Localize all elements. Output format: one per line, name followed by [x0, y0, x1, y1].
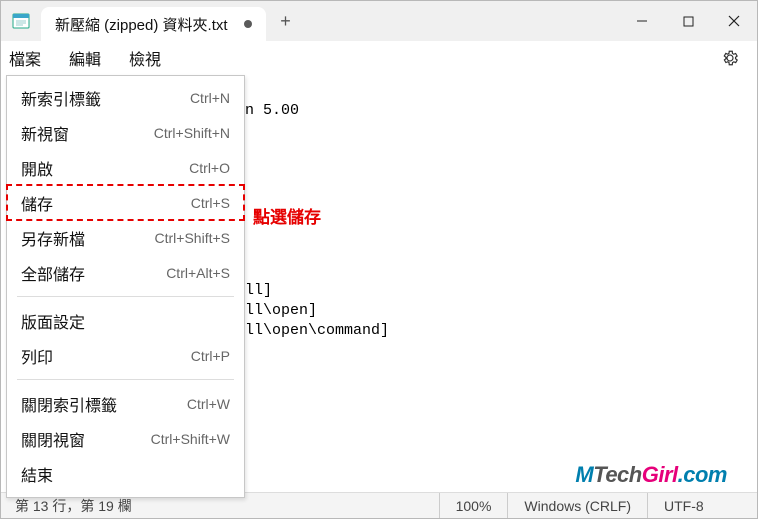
file-menu-dropdown: 新索引標籤 Ctrl+N 新視窗 Ctrl+Shift+N 開啟 Ctrl+O … — [6, 75, 245, 498]
status-zoom[interactable]: 100% — [439, 493, 508, 518]
menu-exit[interactable]: 結束 — [7, 456, 244, 491]
menu-item-label: 版面設定 — [21, 309, 230, 333]
menu-save-as[interactable]: 另存新檔 Ctrl+Shift+S — [7, 220, 244, 255]
notepad-icon — [12, 12, 30, 30]
document-tab[interactable]: 新壓縮 (zipped) 資料夾.txt — [41, 7, 266, 41]
watermark-part: Tech — [593, 462, 642, 487]
watermark-part: Girl — [642, 462, 678, 487]
menu-separator — [17, 296, 234, 297]
status-encoding: UTF-8 — [647, 493, 757, 518]
menu-item-shortcut: Ctrl+N — [190, 90, 230, 106]
menu-item-label: 開啟 — [21, 156, 189, 180]
editor-line: n 5.00 — [245, 102, 299, 119]
menu-item-label: 新索引標籤 — [21, 86, 190, 110]
menu-new-tab[interactable]: 新索引標籤 Ctrl+N — [7, 80, 244, 115]
close-icon — [728, 15, 740, 27]
callout-annotation: 點選儲存 — [253, 203, 321, 228]
menu-item-shortcut: Ctrl+Shift+S — [155, 230, 230, 246]
menu-item-shortcut: Ctrl+Alt+S — [166, 265, 230, 281]
app-icon — [1, 1, 41, 41]
watermark-logo: MTechGirl.com — [575, 462, 727, 488]
minimize-button[interactable] — [619, 1, 665, 41]
menu-print[interactable]: 列印 Ctrl+P — [7, 338, 244, 373]
menu-item-label: 新視窗 — [21, 121, 154, 145]
unsaved-indicator-icon — [244, 20, 252, 28]
menu-separator — [17, 379, 234, 380]
menu-save[interactable]: 儲存 Ctrl+S — [7, 185, 244, 220]
tab-title: 新壓縮 (zipped) 資料夾.txt — [55, 14, 228, 35]
menu-close-tab[interactable]: 關閉索引標籤 Ctrl+W — [7, 386, 244, 421]
window-controls — [619, 1, 757, 41]
menu-item-label: 另存新檔 — [21, 226, 155, 250]
watermark-part: M — [575, 462, 593, 487]
menu-page-setup[interactable]: 版面設定 — [7, 303, 244, 338]
menu-item-shortcut: Ctrl+P — [191, 348, 230, 364]
menu-item-shortcut: Ctrl+S — [191, 195, 230, 211]
settings-button[interactable] — [721, 49, 739, 67]
titlebar: 新壓縮 (zipped) 資料夾.txt + — [1, 1, 757, 41]
app-window: 新壓縮 (zipped) 資料夾.txt + 檔案 編輯 檢視 — [0, 0, 758, 519]
menu-item-label: 儲存 — [21, 191, 191, 215]
gear-icon — [721, 49, 739, 67]
minimize-icon — [636, 15, 648, 27]
menu-file[interactable]: 檔案 — [9, 46, 41, 70]
menu-view[interactable]: 檢視 — [129, 46, 161, 70]
editor-line: ll\open] — [245, 302, 317, 319]
watermark-part: .com — [678, 462, 727, 487]
menu-item-label: 關閉索引標籤 — [21, 392, 187, 416]
menu-item-label: 全部儲存 — [21, 261, 166, 285]
menu-item-shortcut: Ctrl+Shift+N — [154, 125, 230, 141]
menu-item-shortcut: Ctrl+Shift+W — [151, 431, 230, 447]
plus-icon: + — [280, 11, 291, 32]
maximize-button[interactable] — [665, 1, 711, 41]
titlebar-spacer — [306, 1, 619, 41]
new-tab-button[interactable]: + — [266, 1, 306, 41]
editor-line: ll] — [245, 282, 272, 299]
close-button[interactable] — [711, 1, 757, 41]
menu-item-label: 列印 — [21, 344, 191, 368]
menu-item-shortcut: Ctrl+W — [187, 396, 230, 412]
menu-save-all[interactable]: 全部儲存 Ctrl+Alt+S — [7, 255, 244, 290]
menubar-items: 檔案 編輯 檢視 — [9, 46, 161, 70]
menubar: 檔案 編輯 檢視 — [1, 41, 757, 75]
menu-open[interactable]: 開啟 Ctrl+O — [7, 150, 244, 185]
menu-close-window[interactable]: 關閉視窗 Ctrl+Shift+W — [7, 421, 244, 456]
editor-line: ll\open\command] — [245, 322, 389, 339]
maximize-icon — [683, 16, 694, 27]
menu-item-shortcut: Ctrl+O — [189, 160, 230, 176]
status-line-ending: Windows (CRLF) — [507, 493, 647, 518]
menu-item-label: 關閉視窗 — [21, 427, 151, 451]
menu-item-label: 結束 — [21, 462, 230, 486]
menu-edit[interactable]: 編輯 — [69, 46, 101, 70]
menu-new-window[interactable]: 新視窗 Ctrl+Shift+N — [7, 115, 244, 150]
